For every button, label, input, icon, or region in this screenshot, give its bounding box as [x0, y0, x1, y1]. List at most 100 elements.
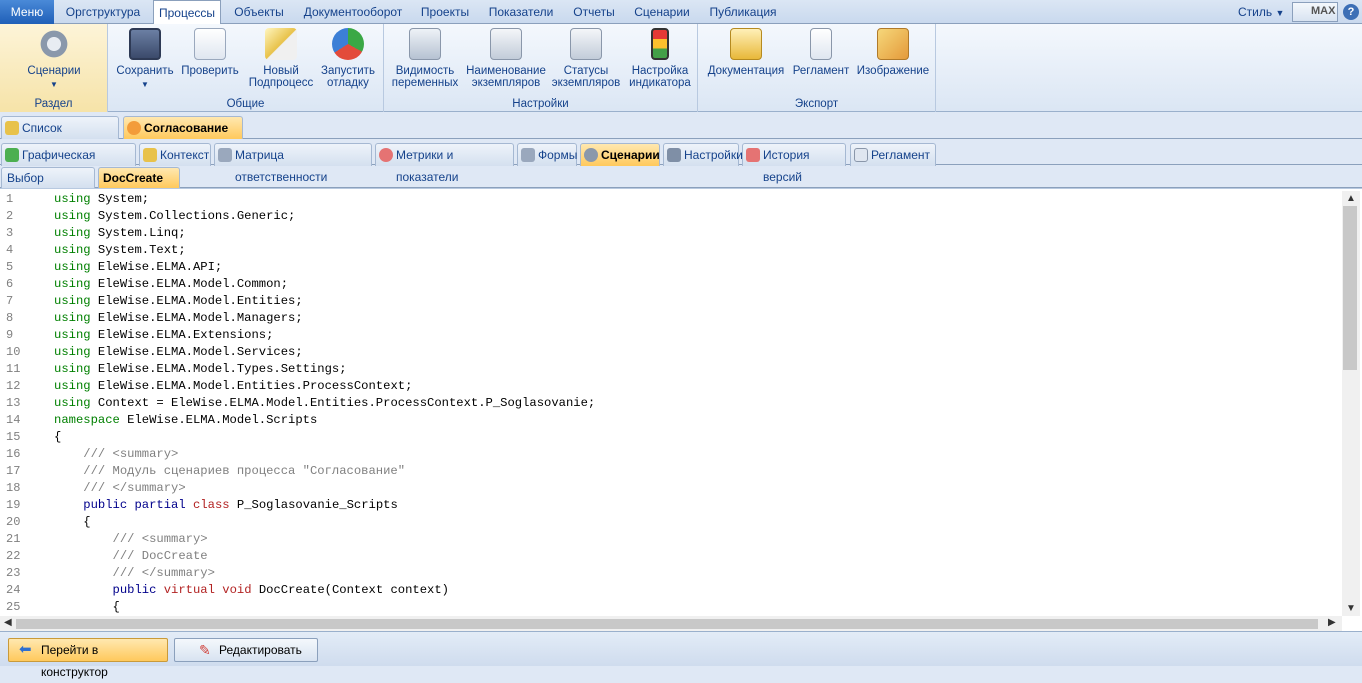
- scroll-up-icon[interactable]: ▲: [1346, 193, 1356, 204]
- code-line[interactable]: public partial class P_Soglasovanie_Scri…: [54, 497, 398, 514]
- code-token: /// <summary>: [54, 532, 208, 546]
- code-line[interactable]: using Context = EleWise.ELMA.Model.Entit…: [54, 395, 595, 412]
- form-icon: [521, 148, 535, 162]
- tab-indicators[interactable]: Показатели: [482, 0, 560, 24]
- code-line[interactable]: using EleWise.ELMA.Model.Managers;: [54, 310, 303, 327]
- code-line[interactable]: using System.Linq;: [54, 225, 186, 242]
- tab-responsibility-matrix[interactable]: Матрица ответственности: [214, 143, 372, 184]
- tab-metrics[interactable]: Метрики и показатели: [375, 143, 514, 184]
- run-debug-button[interactable]: Запустить отладку: [316, 28, 380, 89]
- code-token: using: [54, 277, 91, 291]
- goto-designer-button[interactable]: ⬅ Перейти в конструктор: [8, 638, 168, 679]
- button-label: индикатора: [629, 77, 691, 89]
- history-icon: [746, 148, 760, 162]
- line-number: 14: [6, 413, 21, 427]
- edit-button[interactable]: ✎ Редактировать: [174, 638, 318, 662]
- tab-soglasovanie[interactable]: Согласование✕: [123, 116, 243, 156]
- tab-scenarios-active[interactable]: Сценарии: [580, 143, 660, 166]
- max-toggle[interactable]: MAX: [1292, 2, 1338, 22]
- code-line[interactable]: namespace EleWise.ELMA.Model.Scripts: [54, 412, 317, 429]
- code-line[interactable]: using EleWise.ELMA.Model.Common;: [54, 276, 288, 293]
- chevron-down-icon: ▼: [50, 80, 58, 89]
- matrix-icon: [218, 148, 232, 162]
- code-line[interactable]: using EleWise.ELMA.Extensions;: [54, 327, 273, 344]
- style-menu[interactable]: Стиль ▼: [1238, 0, 1284, 25]
- instance-naming-button[interactable]: Наименование экземпляров: [466, 28, 546, 89]
- debug-run-icon: [332, 28, 364, 60]
- code-line[interactable]: using EleWise.ELMA.Model.Entities;: [54, 293, 303, 310]
- tab-process-list[interactable]: Список процессов: [1, 116, 119, 157]
- button-label: Документация: [707, 65, 785, 77]
- main-menu-button[interactable]: Меню: [0, 0, 54, 24]
- code-line[interactable]: using EleWise.ELMA.Model.Types.Settings;: [54, 361, 347, 378]
- gear-icon: [584, 148, 598, 162]
- tab-orgstructure[interactable]: Оргструктура: [60, 0, 146, 24]
- code-token: {: [54, 600, 120, 614]
- line-number: 9: [6, 328, 14, 342]
- tab-settings[interactable]: Настройки: [663, 143, 743, 166]
- scenarios-section-button[interactable]: Сценарии ▼: [14, 28, 94, 91]
- vertical-scroll-thumb[interactable]: [1343, 206, 1357, 370]
- tab-objects[interactable]: Объекты: [228, 0, 290, 24]
- code-line[interactable]: {: [54, 514, 90, 531]
- line-number: 1: [6, 192, 14, 206]
- ribbon: Сценарии ▼ Раздел Сохранить ▼ Проверить …: [0, 24, 1362, 112]
- line-number: 3: [6, 226, 14, 240]
- tab-context[interactable]: Контекст: [139, 143, 211, 166]
- code-line[interactable]: {: [54, 429, 61, 446]
- code-line[interactable]: {: [54, 599, 120, 616]
- tab-label: Контекст: [160, 148, 210, 162]
- code-line[interactable]: using System.Collections.Generic;: [54, 208, 295, 225]
- help-icon[interactable]: ?: [1343, 4, 1359, 20]
- horizontal-scroll-thumb[interactable]: [16, 619, 1318, 629]
- check-button[interactable]: Проверить: [180, 28, 240, 77]
- code-line[interactable]: /// </summary>: [54, 565, 215, 582]
- reglament-button[interactable]: Регламент: [792, 28, 850, 77]
- line-number: 20: [6, 515, 21, 529]
- code-line[interactable]: /// <summary>: [54, 531, 208, 548]
- variable-visibility-button[interactable]: Видимость переменных: [390, 28, 460, 89]
- tab-scenarios[interactable]: Сценарии: [628, 0, 696, 24]
- code-area[interactable]: using System; using System.Collections.Ge…: [54, 189, 1334, 616]
- code-token: EleWise.ELMA.Model.Managers;: [90, 311, 303, 325]
- tab-graphic-model[interactable]: Графическая модель: [1, 143, 136, 184]
- code-token: EleWise.ELMA.API;: [90, 260, 223, 274]
- tab-processes[interactable]: Процессы: [153, 0, 221, 25]
- document-icon: [854, 148, 868, 162]
- tab-reglament[interactable]: Регламент: [850, 143, 936, 166]
- tab-version-history[interactable]: История версий: [742, 143, 846, 184]
- code-line[interactable]: /// DocCreate: [54, 548, 208, 565]
- scroll-down-icon[interactable]: ▼: [1346, 603, 1356, 614]
- line-number: 4: [6, 243, 14, 257]
- indicator-settings-button[interactable]: Настройка индикатора: [626, 28, 694, 89]
- documentation-button[interactable]: Документация: [704, 28, 788, 77]
- tab-docflow[interactable]: Документооборот: [298, 0, 408, 24]
- code-line[interactable]: /// </summary>: [54, 480, 185, 497]
- save-button[interactable]: Сохранить ▼: [114, 28, 176, 91]
- tab-choose-scenario[interactable]: Выбор сценария: [1, 167, 95, 205]
- tab-reports[interactable]: Отчеты: [566, 0, 622, 24]
- tab-doccreate[interactable]: DocCreate✕: [98, 167, 180, 204]
- code-line[interactable]: public virtual void DocCreate(Context co…: [54, 582, 450, 599]
- pencil-icon: ✎: [199, 642, 211, 658]
- code-line[interactable]: using EleWise.ELMA.API;: [54, 259, 222, 276]
- code-line[interactable]: /// <summary>: [54, 446, 178, 463]
- instance-status-button[interactable]: Статусы экземпляров: [550, 28, 622, 89]
- code-editor[interactable]: 1 2 3 4 5 6 7 8 9 10 11 12 13 14 15 16 17 18 19 20 21 22 23 24 2…: [0, 188, 1362, 632]
- new-subprocess-button[interactable]: Новый Подпроцесс: [246, 28, 316, 89]
- scroll-right-icon[interactable]: ▶: [1328, 617, 1336, 628]
- code-line[interactable]: using EleWise.ELMA.Model.Services;: [54, 344, 303, 361]
- code-line[interactable]: using System;: [54, 191, 149, 208]
- code-token: /// </summary>: [54, 566, 215, 580]
- scroll-left-icon[interactable]: ◀: [4, 617, 12, 628]
- bottom-toolbar: ⬅ Перейти в конструктор ✎ Редактировать: [0, 631, 1362, 679]
- code-line[interactable]: /// Модуль сценариев процесса "Согласова…: [54, 463, 405, 480]
- image-export-button[interactable]: Изображение: [854, 28, 932, 77]
- tab-publication[interactable]: Публикация: [704, 0, 782, 24]
- code-line[interactable]: using System.Text;: [54, 242, 186, 259]
- code-token: using: [54, 328, 91, 342]
- code-line[interactable]: using EleWise.ELMA.Model.Entities.Proces…: [54, 378, 412, 395]
- tab-projects[interactable]: Проекты: [414, 0, 476, 24]
- line-number: 6: [6, 277, 14, 291]
- tab-forms[interactable]: Формы: [517, 143, 577, 166]
